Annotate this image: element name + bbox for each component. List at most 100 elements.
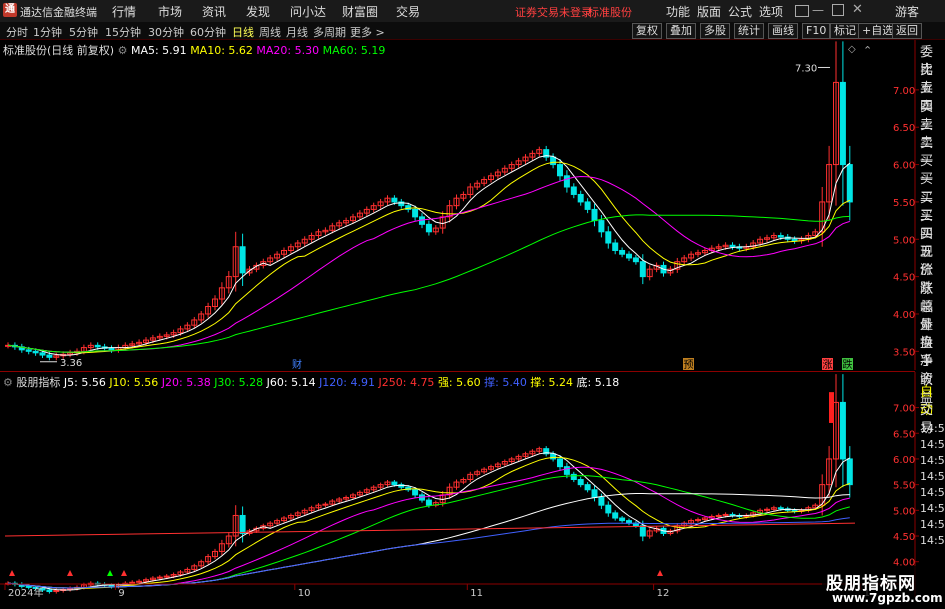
menu-gongneng[interactable]: 功能 (666, 3, 690, 20)
menu-hangqing[interactable]: 行情 (112, 3, 136, 20)
menu-zixun[interactable]: 资讯 (202, 3, 226, 20)
guest-label[interactable]: 游客 (895, 3, 919, 20)
login-status[interactable]: 证券交易未登录 (515, 4, 592, 20)
candle[interactable] (425, 499, 432, 506)
tab-60min[interactable]: 60分钟 (190, 24, 226, 40)
candle[interactable] (25, 349, 32, 352)
candle[interactable] (729, 244, 736, 248)
candle[interactable] (729, 513, 736, 516)
indicator-chart[interactable]: 7.006.506.005.505.004.504.002024年 9 10 11 12… (0, 372, 945, 597)
candle[interactable] (557, 164, 563, 177)
marker-zhang[interactable]: 涨 (823, 359, 833, 370)
candle[interactable] (619, 249, 626, 255)
candle[interactable] (577, 479, 584, 486)
candle[interactable] (412, 208, 419, 218)
x-tick-label: 9 (118, 588, 124, 597)
tab-15min[interactable]: 15分钟 (105, 24, 141, 40)
candle[interactable] (777, 507, 784, 510)
menu-xuanxiang[interactable]: 选项 (759, 3, 783, 20)
menu-jiaoyi[interactable]: 交易 (396, 3, 420, 20)
j250-line (4, 522, 856, 537)
candle[interactable] (570, 186, 577, 195)
y-tick-label: 5.50 (893, 198, 915, 209)
candle[interactable] (46, 589, 53, 593)
menu-caifuquan[interactable]: 财富圈 (342, 3, 378, 20)
tongji-button[interactable]: 统计 (734, 23, 764, 39)
marker-cai[interactable]: 财 (292, 358, 302, 370)
duogu-button[interactable]: 多股 (700, 23, 730, 39)
candle[interactable] (612, 512, 619, 519)
minimize-icon[interactable]: — (812, 3, 824, 17)
candle[interactable] (619, 517, 626, 522)
tab-fenshi[interactable]: 分时 (6, 24, 28, 40)
diejia-button[interactable]: 叠加 (666, 23, 696, 39)
menu-banmian[interactable]: 版面 (697, 3, 721, 20)
menu-shichang[interactable]: 市场 (158, 3, 182, 20)
candle[interactable] (598, 496, 605, 506)
candle[interactable] (108, 584, 115, 587)
candle[interactable] (846, 164, 853, 203)
tab-5min[interactable]: 5分钟 (69, 24, 98, 40)
candle[interactable] (557, 458, 563, 468)
candle[interactable] (391, 481, 398, 486)
candle[interactable] (839, 401, 846, 460)
candle[interactable] (605, 231, 612, 244)
candle[interactable] (846, 458, 853, 486)
tab-30min[interactable]: 30分钟 (148, 24, 184, 40)
candle[interactable] (412, 489, 419, 496)
candle[interactable] (46, 354, 53, 358)
menu-faxian[interactable]: 发现 (246, 3, 270, 20)
candle[interactable] (605, 504, 612, 514)
candle[interactable] (632, 257, 639, 263)
ma20-line (7, 466, 850, 589)
candle[interactable] (777, 235, 784, 238)
tab-weekly[interactable]: 周线 (259, 24, 281, 40)
candle[interactable] (550, 156, 557, 166)
candle[interactable] (32, 350, 39, 354)
f10-button[interactable]: F10 (802, 23, 831, 39)
tab-more[interactable]: 更多 > (350, 24, 385, 40)
candle[interactable] (612, 242, 619, 251)
title-bar: 通 通达信金融终端 行情 市场 资讯 发现 问小达 财富圈 交易 证券交易未登录… (0, 0, 945, 23)
back-button[interactable]: 返回 (892, 23, 922, 39)
candle[interactable] (598, 220, 605, 233)
candle[interactable] (94, 344, 101, 348)
candle[interactable] (639, 525, 646, 537)
biaoji-button[interactable]: 标记 (830, 23, 860, 39)
candle[interactable] (550, 453, 557, 460)
kline-chart[interactable]: 7.00 6.50 6.00 5.50 5.00 4.50 4.00 3.50 7.30 3.36… (0, 40, 945, 370)
candle[interactable] (591, 489, 598, 498)
candle[interactable] (584, 484, 591, 491)
menu-gongshi[interactable]: 公式 (728, 3, 752, 20)
tab-1min[interactable]: 1分钟 (33, 24, 62, 40)
huaxian-button[interactable]: 画线 (768, 23, 798, 39)
tick-time-label: 14:56 (920, 502, 945, 515)
candle[interactable] (791, 238, 798, 242)
fuquan-button[interactable]: 复权 (632, 23, 662, 39)
candle[interactable] (577, 193, 584, 203)
candle[interactable] (591, 208, 598, 222)
candle[interactable] (239, 514, 246, 534)
candle[interactable] (570, 473, 577, 481)
candle[interactable] (563, 466, 570, 475)
candle[interactable] (425, 223, 432, 233)
candle[interactable] (639, 261, 646, 278)
candle[interactable] (391, 197, 398, 203)
close-icon[interactable]: ✕ (852, 2, 863, 17)
tab-daily[interactable]: 日线 (232, 24, 254, 40)
tab-monthly[interactable]: 月线 (286, 24, 308, 40)
candle[interactable] (239, 246, 246, 274)
candle[interactable] (563, 175, 570, 188)
candle[interactable] (626, 253, 632, 259)
menu-wenxiaoda[interactable]: 问小达 (290, 3, 326, 20)
candle[interactable] (839, 81, 846, 166)
marker-jia[interactable]: 跌 (843, 358, 853, 370)
marker-yu[interactable]: 预 (684, 359, 694, 370)
candle[interactable] (39, 352, 46, 356)
candle[interactable] (108, 347, 115, 351)
layout-icon[interactable] (795, 5, 809, 17)
ma30-line (7, 475, 850, 589)
candle[interactable] (584, 201, 591, 210)
tab-multi-period[interactable]: 多周期 (313, 24, 346, 40)
maximize-icon[interactable] (832, 4, 844, 16)
